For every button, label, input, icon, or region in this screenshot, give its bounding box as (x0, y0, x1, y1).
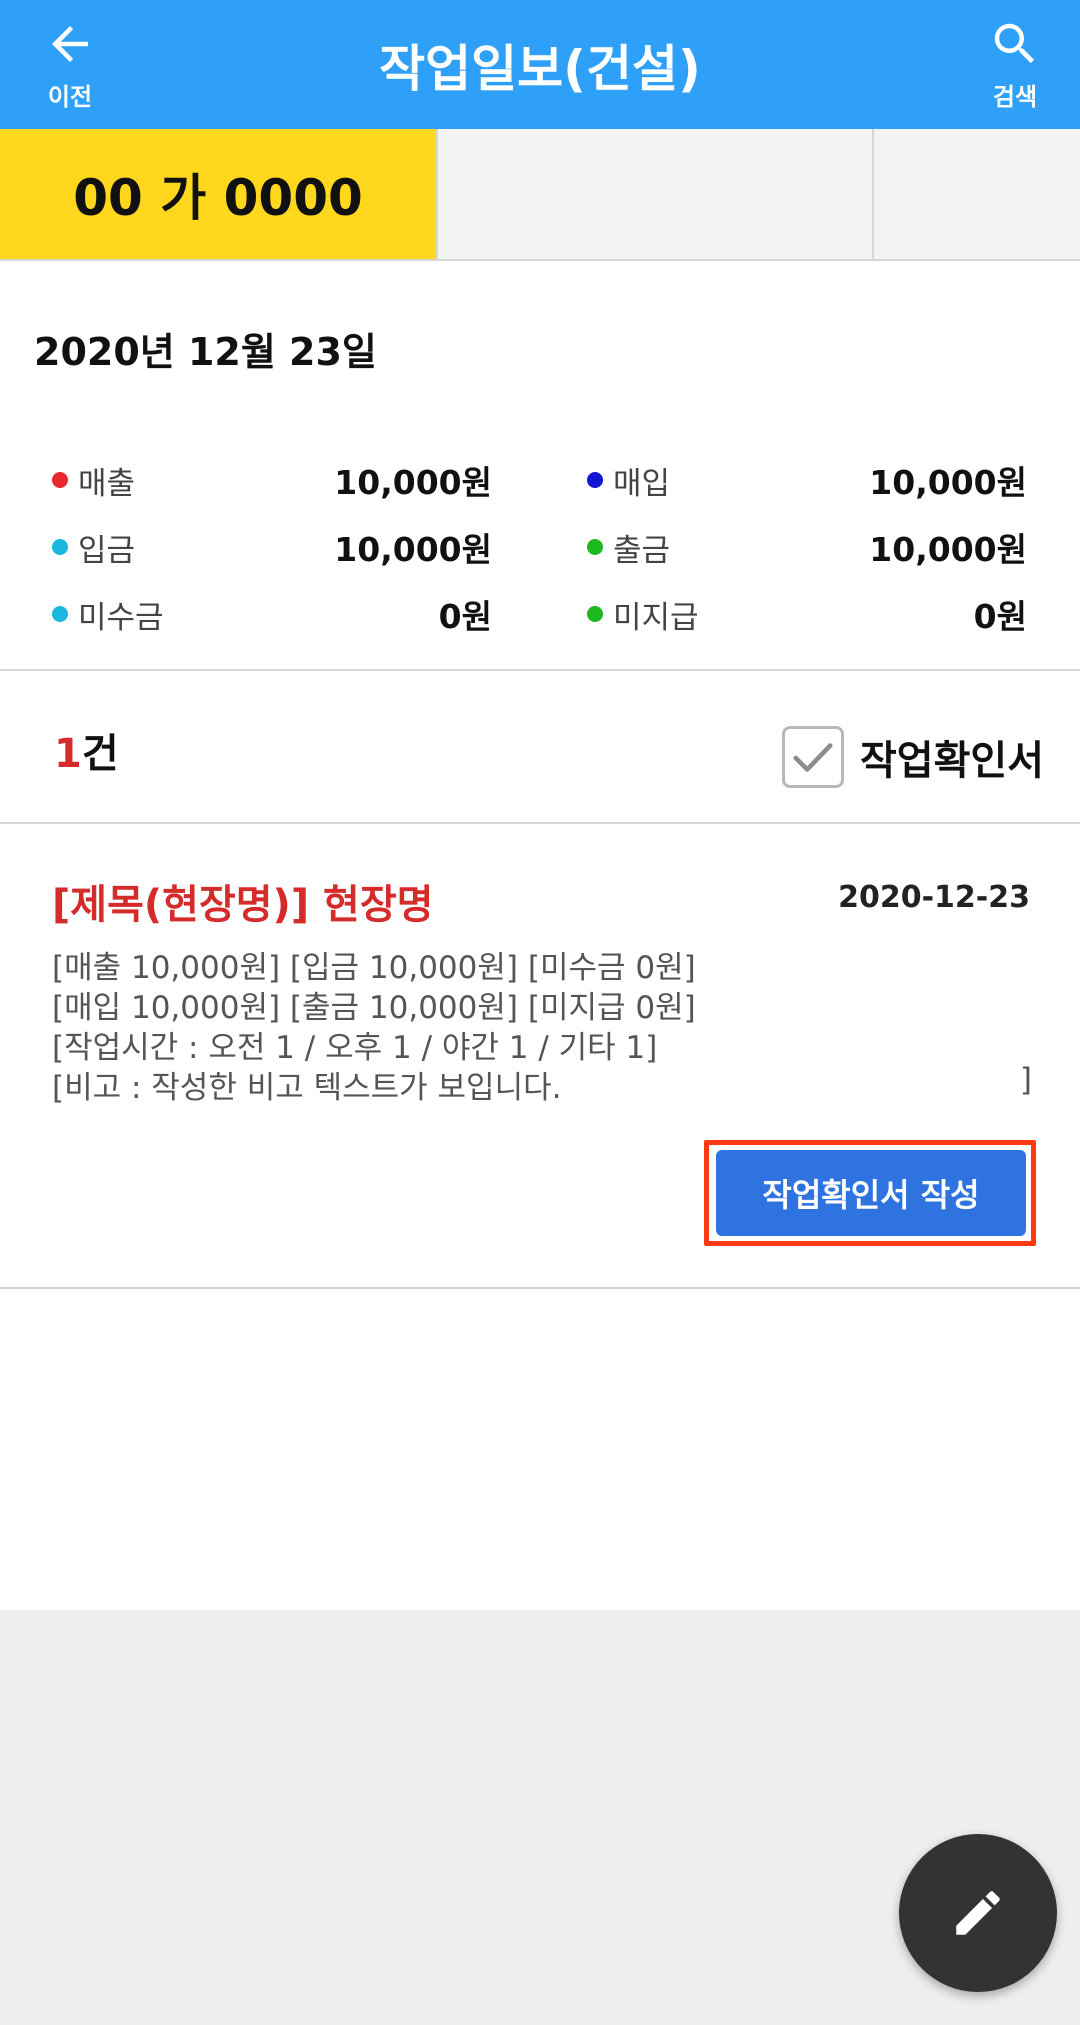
app-header: 이전 작업일보(건설) 검색 (0, 0, 1080, 129)
green-dot-icon (587, 606, 603, 622)
stat-name: 미수금 (78, 599, 164, 636)
back-button[interactable]: 이전 (0, 0, 140, 129)
record-count-unit: 건 (81, 731, 119, 777)
pencil-icon (956, 1891, 1000, 1935)
blue-dot-icon (587, 472, 603, 488)
stat-value: 10,000원 (334, 530, 492, 569)
stat-name: 출금 (613, 532, 671, 569)
stat-name: 입금 (78, 532, 136, 569)
stat-value: 0원 (438, 597, 492, 636)
stat-name: 매출 (78, 465, 136, 502)
stat-value: 10,000원 (869, 463, 1027, 502)
tab-vehicle-2[interactable] (436, 129, 872, 259)
stat-deposit: 입금 10,000원 (52, 522, 492, 572)
stat-name: 매입 (613, 465, 671, 502)
card-date: 2020-12-23 (838, 880, 1030, 915)
back-label: 이전 (47, 83, 93, 111)
stat-value: 10,000원 (334, 463, 492, 502)
card-note-close: ] (1019, 1062, 1032, 1098)
card-worktime-line: [작업시간 : 오전 1 / 오후 1 / 야간 1 / 기타 1] (52, 1030, 658, 1066)
tab-vehicle-3[interactable] (872, 129, 1080, 259)
stat-sales: 매출 10,000원 (52, 455, 492, 505)
arrow-left-icon (52, 26, 88, 62)
page-title: 작업일보(건설) (379, 39, 701, 98)
stat-name: 미지급 (613, 599, 699, 636)
stat-withdrawal: 출금 10,000원 (587, 522, 1027, 572)
search-label: 검색 (992, 83, 1038, 111)
write-fab-button[interactable] (899, 1834, 1057, 1992)
checkmark-icon (793, 743, 833, 772)
stat-purchase: 매입 10,000원 (587, 455, 1027, 505)
tab-vehicle-1[interactable]: 00 가 0000 (0, 129, 436, 259)
card-note-line: [비고 : 작성한 비고 텍스트가 보입니다. ] (52, 1062, 1032, 1107)
record-count: 1건 (54, 721, 119, 779)
stat-value: 10,000원 (869, 530, 1027, 569)
stat-value: 0원 (973, 597, 1027, 636)
work-confirmation-filter[interactable]: 작업확인서 (782, 726, 1044, 788)
cyan-dot-icon (52, 539, 68, 555)
summary-date: 2020년 12월 23일 (34, 330, 377, 374)
search-icon (994, 23, 1035, 64)
cyan-dot-icon (52, 606, 68, 622)
work-confirmation-label: 작업확인서 (860, 738, 1044, 784)
write-work-confirmation-button[interactable]: 작업확인서 작성 (716, 1150, 1026, 1236)
card-purchase-line: [매입 10,000원] [출금 10,000원] [미지급 0원] (52, 990, 696, 1026)
vehicle-tabs: 00 가 0000 (0, 129, 1080, 261)
record-count-number: 1 (54, 731, 82, 777)
green-dot-icon (587, 539, 603, 555)
search-button[interactable]: 검색 (950, 0, 1080, 129)
card-title: [제목(현장명)] 현장명 (52, 882, 434, 928)
daily-summary: 2020년 12월 23일 매출 10,000원 매입 10,000원 입금 1… (0, 261, 1080, 671)
card-note-text: [비고 : 작성한 비고 텍스트가 보입니다. (52, 1070, 562, 1106)
card-sales-line: [매출 10,000원] [입금 10,000원] [미수금 0원] (52, 950, 696, 986)
red-dot-icon (52, 472, 68, 488)
list-item[interactable]: [제목(현장명)] 현장명 2020-12-23 [매출 10,000원] [입… (0, 824, 1080, 1289)
stat-payable: 미지급 0원 (587, 589, 1027, 639)
list-header: 1건 작업확인서 (0, 671, 1080, 824)
work-confirmation-checkbox[interactable] (782, 726, 844, 788)
stat-receivable: 미수금 0원 (52, 589, 492, 639)
